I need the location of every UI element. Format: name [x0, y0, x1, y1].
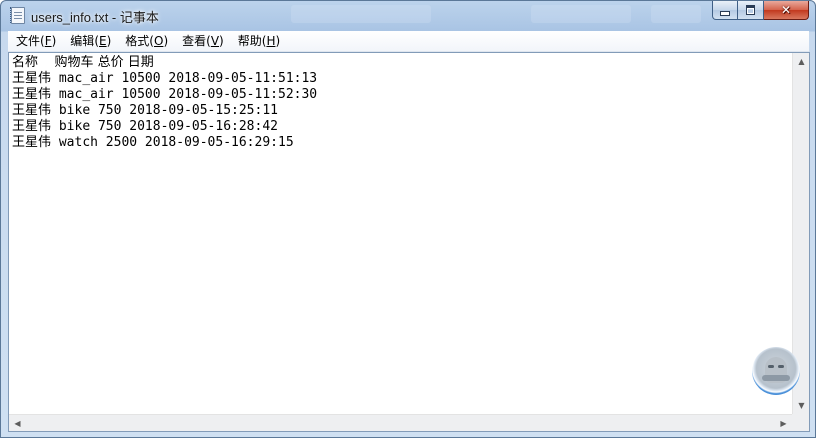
background-ghost-tab: [531, 5, 631, 23]
minimize-button[interactable]: [712, 1, 738, 20]
window-title: users_info.txt - 记事本: [31, 10, 159, 25]
text-line: 王星伟 mac_air 10500 2018-09-05-11:52:30: [12, 87, 318, 102]
assistant-eye: [768, 365, 774, 368]
text-line-header: 名称 购物车 总价 日期: [12, 55, 154, 70]
scroll-left-icon[interactable]: ◀: [9, 415, 26, 432]
scrollbar-corner: [792, 414, 809, 431]
scroll-up-icon[interactable]: ▲: [793, 53, 810, 70]
scroll-right-icon[interactable]: ▶: [775, 415, 792, 432]
text-line: 王星伟 bike 750 2018-09-05-15:25:11: [12, 103, 278, 118]
floating-assistant-icon[interactable]: [752, 347, 800, 395]
maximize-icon: [746, 5, 755, 15]
menu-format[interactable]: 格式(O): [117, 32, 174, 50]
assistant-scarf: [762, 375, 790, 381]
horizontal-scrollbar[interactable]: ◀ ▶: [9, 414, 792, 431]
menu-view[interactable]: 查看(V): [174, 32, 230, 50]
menu-file[interactable]: 文件(F): [8, 32, 62, 50]
text-line: 王星伟 watch 2500 2018-09-05-16:29:15: [12, 135, 294, 150]
text-content[interactable]: 名称 购物车 总价 日期 王星伟 mac_air 10500 2018-09-0…: [12, 55, 792, 411]
menu-bar: 文件(F) 编辑(E) 格式(O) 查看(V) 帮助(H): [8, 31, 809, 52]
background-ghost-tab: [291, 5, 431, 23]
notepad-icon[interactable]: [10, 7, 25, 24]
menu-edit[interactable]: 编辑(E): [62, 32, 117, 50]
window-controls: ✕: [712, 1, 809, 21]
assistant-eye: [778, 365, 784, 368]
close-button[interactable]: ✕: [764, 1, 809, 20]
background-ghost-tab: [651, 5, 701, 23]
title-bar[interactable]: users_info.txt - 记事本 ✕: [1, 1, 815, 31]
minimize-icon: [720, 10, 730, 16]
scroll-down-icon[interactable]: ▼: [793, 397, 810, 414]
text-line: 王星伟 mac_air 10500 2018-09-05-11:51:13: [12, 71, 318, 86]
notepad-window: users_info.txt - 记事本 ✕ 文件(F) 编辑(E) 格式(O)…: [0, 0, 816, 438]
maximize-button[interactable]: [738, 1, 764, 20]
editor-area[interactable]: 名称 购物车 总价 日期 王星伟 mac_air 10500 2018-09-0…: [8, 52, 810, 432]
text-line: 王星伟 bike 750 2018-09-05-16:28:42: [12, 119, 278, 134]
close-icon: ✕: [780, 3, 792, 17]
menu-help[interactable]: 帮助(H): [230, 32, 286, 50]
